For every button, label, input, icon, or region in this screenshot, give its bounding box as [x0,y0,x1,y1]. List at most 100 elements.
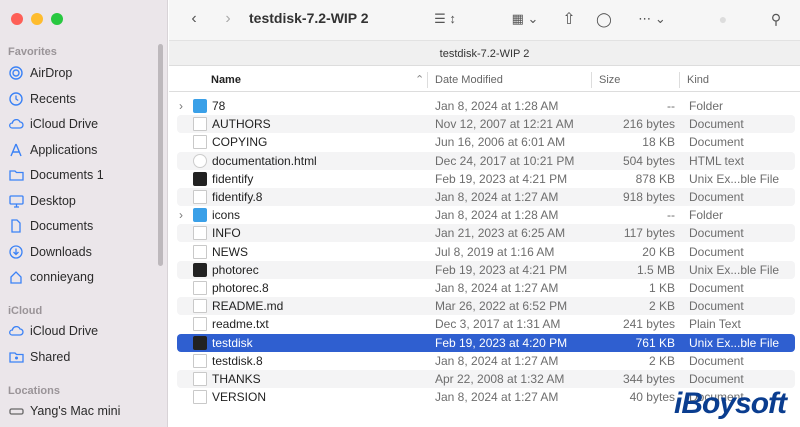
sidebar-item-downloads[interactable]: Downloads [8,241,158,263]
path-title-bar: testdisk-7.2-WIP 2 [169,40,800,66]
toolbar: ‹ › testdisk-7.2-WIP 2 ☰ ↕ ▦ ⌄ ⇧ ◯ ⋯ ⌄ ●… [169,0,800,40]
disclosure-chevron-icon[interactable]: › [179,97,189,115]
file-date: Jun 16, 2006 at 6:01 AM [435,135,566,150]
file-row[interactable]: testdisk.8 Jan 8, 2024 at 1:27 AM 2 KB Docu… [177,352,795,370]
file-row[interactable]: fidentify.8 Jan 8, 2024 at 1:27 AM 918 byt… [177,188,795,206]
file-name: icons [212,208,241,223]
sidebar-item-documents-1[interactable]: Documents 1 [8,164,158,186]
document-icon [8,218,24,234]
view-options-button[interactable]: ☰ ↕ [427,8,463,30]
tag-button[interactable]: ◯ [594,8,614,30]
file-date: Jan 21, 2023 at 6:25 AM [435,226,566,241]
zoom-window-button[interactable] [51,13,63,25]
file-row[interactable]: documentation.html Dec 24, 2017 at 10:21 … [177,151,795,170]
share-button[interactable]: ⇧ [559,8,579,30]
minimize-window-button[interactable] [31,13,43,25]
document-icon [193,226,207,241]
file-date: Jan 8, 2024 at 1:27 AM [435,190,559,204]
file-size: 878 KB [635,171,675,186]
file-date: Jan 8, 2024 at 1:27 AM [435,390,559,405]
sidebar-item-icloud-drive[interactable]: iCloud Drive [8,113,158,135]
file-kind: Unix Ex...ble File [689,335,780,350]
file-size: 918 bytes [622,190,675,204]
sidebar-item-mac-mini[interactable]: Yang's Mac mini [8,400,158,422]
document-icon [193,353,207,368]
file-kind: Plain Text [689,317,741,332]
file-row[interactable]: INFO Jan 21, 2023 at 6:25 AM 117 bytes Docu… [177,224,795,243]
sidebar-item-desktop[interactable]: Desktop [8,190,158,212]
file-row[interactable]: COPYING Jun 16, 2006 at 6:01 AM 18 KB Docum… [177,133,795,151]
file-row[interactable]: AUTHORS Nov 12, 2007 at 12:21 AM 216 bytes… [177,115,795,134]
sidebar-item-label: iCloud Drive [30,117,99,131]
grid-icon: ▦ ⌄ [511,11,539,26]
sidebar-item-connieyang[interactable]: connieyang [8,266,158,288]
column-divider[interactable] [679,72,680,88]
overflow-button[interactable]: ● [714,8,732,30]
executable-icon [193,335,207,350]
file-date: Feb 19, 2023 at 4:20 PM [435,335,568,350]
file-kind: Document [689,226,744,241]
file-name: readme.txt [212,317,269,332]
file-date: Jan 8, 2024 at 1:27 AM [435,353,559,368]
file-size: -- [667,208,675,223]
sidebar-item-airdrop[interactable]: AirDrop [8,62,158,84]
file-row[interactable]: testdisk Feb 19, 2023 at 4:20 PM 761 KB Uni… [177,333,795,352]
search-icon: ⚲ [770,10,782,27]
column-date-modified[interactable]: Date Modified [429,68,503,92]
group-button[interactable]: ▦ ⌄ [507,8,543,30]
sidebar-item-label: AirDrop [30,66,73,80]
cloud-icon [8,323,24,339]
file-kind: Folder [689,208,724,223]
file-row[interactable]: THANKS Apr 22, 2008 at 1:32 AM 344 bytes Do… [177,370,795,388]
sidebar-item-label: Yang's Mac mini [30,404,121,418]
file-size: 20 KB [642,244,675,259]
search-button[interactable]: ⚲ [767,8,785,30]
sidebar-item-documents[interactable]: Documents [8,215,158,237]
file-size: 1.5 MB [636,262,675,277]
file-row[interactable]: README.md Mar 26, 2022 at 6:52 PM 2 KB Docu… [177,297,795,316]
column-divider[interactable] [427,72,428,88]
cloud-icon [8,116,24,132]
close-window-button[interactable] [11,13,23,25]
file-size: 117 bytes [623,226,675,241]
sidebar-section-locations: Locations [8,385,60,397]
sidebar-scrollbar[interactable] [158,44,163,266]
column-size[interactable]: Size [593,68,620,92]
sort-ascending-icon: ⌃ [415,74,425,86]
file-kind: Unix Ex...ble File [689,171,780,186]
back-button[interactable]: ‹ [185,8,203,30]
disclosure-chevron-icon[interactable]: › [179,206,189,224]
file-date: Feb 19, 2023 at 4:21 PM [435,171,568,186]
file-row[interactable]: photorec.8 Jan 8, 2024 at 1:27 AM 1 KB Docu… [177,279,795,297]
document-icon [193,299,207,314]
file-size: 2 KB [648,353,675,368]
column-divider[interactable] [591,72,592,88]
tag-icon: ◯ [596,10,612,27]
file-row[interactable]: › icons Jan 8, 2024 at 1:28 AM -- Folder [177,206,795,224]
document-icon [193,117,207,132]
forward-button[interactable]: › [219,8,237,30]
folder-icon [193,99,207,113]
file-name: 78 [212,99,226,113]
column-name[interactable]: Name [205,68,241,92]
file-name: THANKS [212,372,261,386]
sidebar-item-shared[interactable]: Shared [8,346,158,368]
sidebar-item-recents[interactable]: Recents [8,88,158,110]
file-kind: Document [689,244,744,259]
more-actions-button[interactable]: ⋯ ⌄ [635,8,669,30]
sidebar-item-applications[interactable]: Applications [8,139,158,161]
file-row[interactable]: NEWS Jul 8, 2019 at 1:16 AM 20 KB Document [177,243,795,261]
file-row[interactable]: photorec Feb 19, 2023 at 4:21 PM 1.5 MB Uni… [177,260,795,279]
file-row[interactable]: fidentify Feb 19, 2023 at 4:21 PM 878 KB Un… [177,170,795,188]
desktop-icon [8,193,24,209]
file-kind: Document [689,299,744,314]
sidebar-item-icloud-drive-2[interactable]: iCloud Drive [8,320,158,342]
file-row[interactable]: › 78 Jan 8, 2024 at 1:28 AM -- Folder [177,97,795,115]
file-kind: HTML text [689,153,744,168]
file-row[interactable]: readme.txt Dec 3, 2017 at 1:31 AM 241 byte… [177,315,795,333]
file-date: Apr 22, 2008 at 1:32 AM [435,372,565,386]
document-icon [193,372,207,386]
file-name: testdisk.8 [212,353,263,368]
column-kind[interactable]: Kind [681,68,709,92]
clock-icon [8,91,24,107]
